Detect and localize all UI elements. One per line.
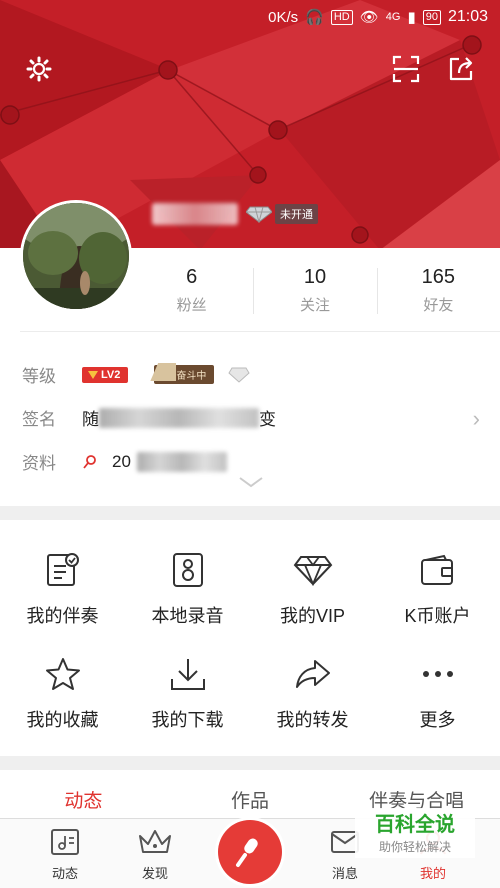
friends-count: 165 [421, 266, 455, 288]
gear-icon [26, 56, 52, 82]
username-blurred [152, 203, 238, 225]
nav-discover-label: 发现 [141, 866, 168, 881]
status-bar: 0K/s 🎧 HD 👁 4G ▮ 90 21:03 [0, 0, 500, 34]
following-stat[interactable]: 10 关注 [253, 264, 376, 318]
vip-status-badge[interactable]: 未开通 [246, 204, 318, 224]
fans-label: 粉丝 [176, 297, 207, 314]
share-icon [449, 57, 473, 81]
data-row: 资料 20 [22, 449, 227, 474]
username-row: 未开通 [152, 203, 318, 225]
fans-stat[interactable]: 6 粉丝 [130, 264, 253, 318]
microphone-icon [236, 838, 258, 867]
network-type: 4G [385, 11, 401, 23]
profile-stats: 6 粉丝 10 关注 165 好友 [130, 264, 500, 318]
scan-button[interactable] [389, 52, 423, 86]
nav-feed-label: 动态 [51, 866, 78, 881]
avatar-image [23, 203, 129, 309]
download-icon [170, 659, 205, 690]
battery-level: 90 [422, 9, 441, 25]
accompaniment-icon [46, 553, 79, 586]
nav-messages-label: 消息 [331, 866, 358, 881]
watermark-title: 百科全说 [375, 814, 455, 836]
share-arrow-icon [295, 660, 330, 688]
wallet-icon [420, 554, 453, 585]
more-button[interactable]: 更多 [375, 654, 500, 732]
headphone-icon: 🎧 [305, 9, 324, 26]
my-favorites-label: 我的收藏 [26, 710, 99, 730]
rank-badge[interactable]: 奋斗中 [154, 365, 215, 384]
data-key: 资料 [22, 454, 56, 473]
k-coin-account-button[interactable]: K币账户 [375, 550, 500, 628]
feature-grid: 我的伴奏 本地录音 我的VIP K币账户 我的收藏 我的下载 我的转发 更多 [0, 520, 500, 756]
tab-works[interactable]: 作品 [167, 770, 334, 820]
eye-icon: 👁 [359, 9, 379, 26]
fans-count: 6 [186, 266, 198, 288]
my-vip-label: 我的VIP [279, 606, 345, 626]
share-button[interactable] [444, 52, 478, 86]
local-recording-label: 本地录音 [151, 606, 224, 626]
stats-divider [20, 331, 500, 332]
more-icon [422, 671, 453, 677]
signature-row[interactable]: 签名 随 变 [22, 405, 276, 430]
expand-chevron-icon[interactable] [238, 476, 264, 488]
my-forwards-button[interactable]: 我的转发 [250, 654, 375, 732]
hd-indicator: HD [330, 9, 353, 25]
friends-label: 好友 [423, 297, 454, 314]
my-vip-button[interactable]: 我的VIP [250, 550, 375, 628]
signature-end: 变 [259, 410, 276, 429]
signature-start: 随 [82, 410, 99, 429]
network-speed: 0K/s [268, 8, 299, 26]
star-icon [45, 658, 80, 690]
my-accompaniment-label: 我的伴奏 [26, 606, 99, 626]
data-blurred [136, 451, 227, 472]
following-count: 10 [303, 266, 327, 288]
diamond-icon[interactable] [228, 367, 251, 383]
signal-icon: ▮ [407, 9, 416, 26]
local-recording-icon [172, 553, 203, 587]
nav-profile-label: 我的 [419, 866, 446, 881]
level-v-icon [88, 370, 98, 379]
settings-button[interactable] [22, 52, 56, 86]
my-forwards-label: 我的转发 [276, 710, 349, 730]
friends-stat[interactable]: 165 好友 [376, 264, 500, 318]
vip-diamond-badge-icon [246, 206, 272, 223]
vip-diamond-icon [293, 556, 332, 586]
level-badge-text: LV2 [101, 368, 121, 381]
nav-discover[interactable]: 发现 [120, 827, 190, 882]
record-button[interactable] [218, 820, 282, 884]
feed-icon [51, 829, 79, 855]
clock: 21:03 [447, 8, 488, 25]
data-text: 20 [112, 451, 131, 471]
more-label: 更多 [419, 710, 456, 730]
tab-feed[interactable]: 动态 [0, 770, 167, 820]
vip-status-text: 未开通 [275, 204, 318, 224]
signature-blurred [99, 407, 259, 428]
nav-feed[interactable]: 动态 [30, 827, 100, 882]
k-coin-account-label: K币账户 [404, 606, 471, 626]
local-recording-button[interactable]: 本地录音 [125, 550, 250, 628]
level-key: 等级 [22, 367, 56, 386]
following-label: 关注 [299, 297, 330, 314]
scan-icon [392, 55, 420, 83]
avatar[interactable] [20, 200, 132, 312]
level-badge[interactable]: LV2 [82, 366, 129, 383]
female-gender-icon [83, 454, 96, 469]
watermark-subtitle: 助你轻松解决 [378, 840, 451, 854]
crown-icon [139, 830, 171, 853]
my-favorites-button[interactable]: 我的收藏 [0, 654, 125, 732]
watermark: 百科全说 助你轻松解决 [355, 808, 475, 858]
signature-key: 签名 [22, 410, 56, 429]
my-accompaniment-button[interactable]: 我的伴奏 [0, 550, 125, 628]
chevron-right-icon[interactable]: › [473, 406, 480, 432]
my-downloads-label: 我的下载 [151, 710, 224, 730]
level-row: 等级 LV2 奋斗中 [22, 362, 251, 387]
my-downloads-button[interactable]: 我的下载 [125, 654, 250, 732]
